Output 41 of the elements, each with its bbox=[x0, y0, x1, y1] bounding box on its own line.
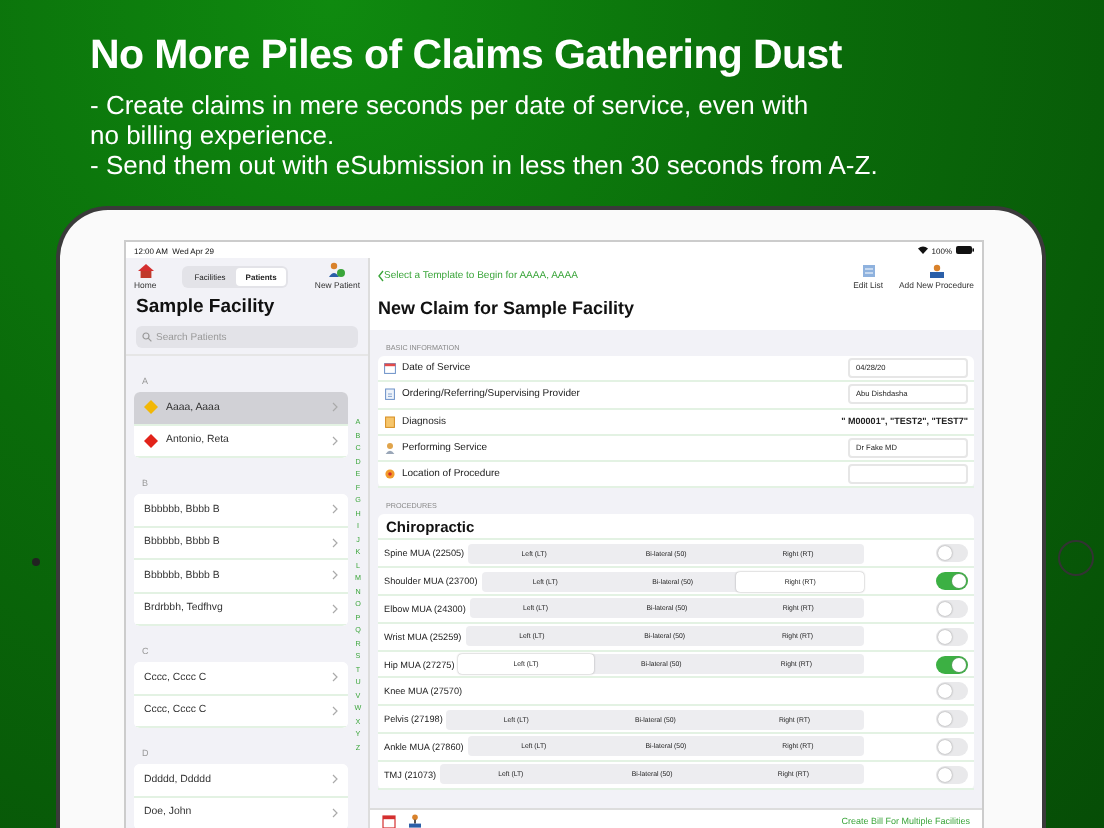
toggle-switch[interactable] bbox=[936, 682, 968, 701]
home-icon[interactable] bbox=[137, 263, 154, 277]
chevron-icon bbox=[332, 705, 338, 716]
toggle-switch[interactable] bbox=[936, 572, 968, 591]
clipboard-icon bbox=[384, 388, 396, 401]
notepad-icon bbox=[384, 415, 396, 428]
chevron-icon bbox=[332, 603, 338, 614]
input-field[interactable] bbox=[848, 464, 968, 485]
stamp-icon[interactable] bbox=[408, 813, 422, 827]
back-chevron-icon[interactable] bbox=[378, 270, 384, 282]
chevron-icon bbox=[332, 435, 338, 446]
chevron-icon bbox=[332, 774, 338, 785]
bullet-text: - Create claims in mere seconds per date of service, even with no billing experience. bbox=[90, 90, 811, 150]
headline: No More Piles of Claims Gathering Dust bbox=[90, 32, 844, 80]
chevron-icon bbox=[332, 570, 338, 581]
page-title: New Claim for Sample Facility bbox=[370, 294, 982, 330]
toggle-switch[interactable] bbox=[936, 737, 968, 756]
calendar-icon[interactable] bbox=[382, 813, 396, 827]
camera-dot bbox=[32, 558, 40, 566]
bullet-text: - Send them out with eSubmission in less then 30 seconds from A-Z. bbox=[90, 150, 878, 180]
chevron-icon bbox=[332, 537, 338, 548]
calendar-icon bbox=[384, 362, 396, 375]
toggle-switch[interactable] bbox=[936, 544, 968, 563]
search-icon bbox=[142, 332, 152, 342]
list-icon[interactable] bbox=[861, 263, 876, 277]
chevron-icon bbox=[332, 807, 338, 818]
location-icon bbox=[384, 468, 396, 481]
chevron-icon bbox=[332, 504, 338, 515]
toggle-switch[interactable] bbox=[936, 627, 968, 646]
toggle-switch[interactable] bbox=[936, 599, 968, 618]
person-icon bbox=[384, 442, 396, 455]
new-patient-icon[interactable] bbox=[328, 262, 347, 278]
toggle-switch[interactable] bbox=[936, 710, 968, 729]
chevron-icon bbox=[332, 672, 338, 683]
toggle-switch[interactable] bbox=[936, 765, 968, 784]
battery-icon bbox=[956, 246, 974, 254]
chevron-icon bbox=[332, 402, 338, 413]
toggle-switch[interactable] bbox=[936, 655, 968, 674]
person-add-icon[interactable] bbox=[927, 263, 946, 277]
wifi-icon bbox=[917, 246, 928, 254]
sidebar-title: Sample Facility bbox=[134, 294, 277, 320]
